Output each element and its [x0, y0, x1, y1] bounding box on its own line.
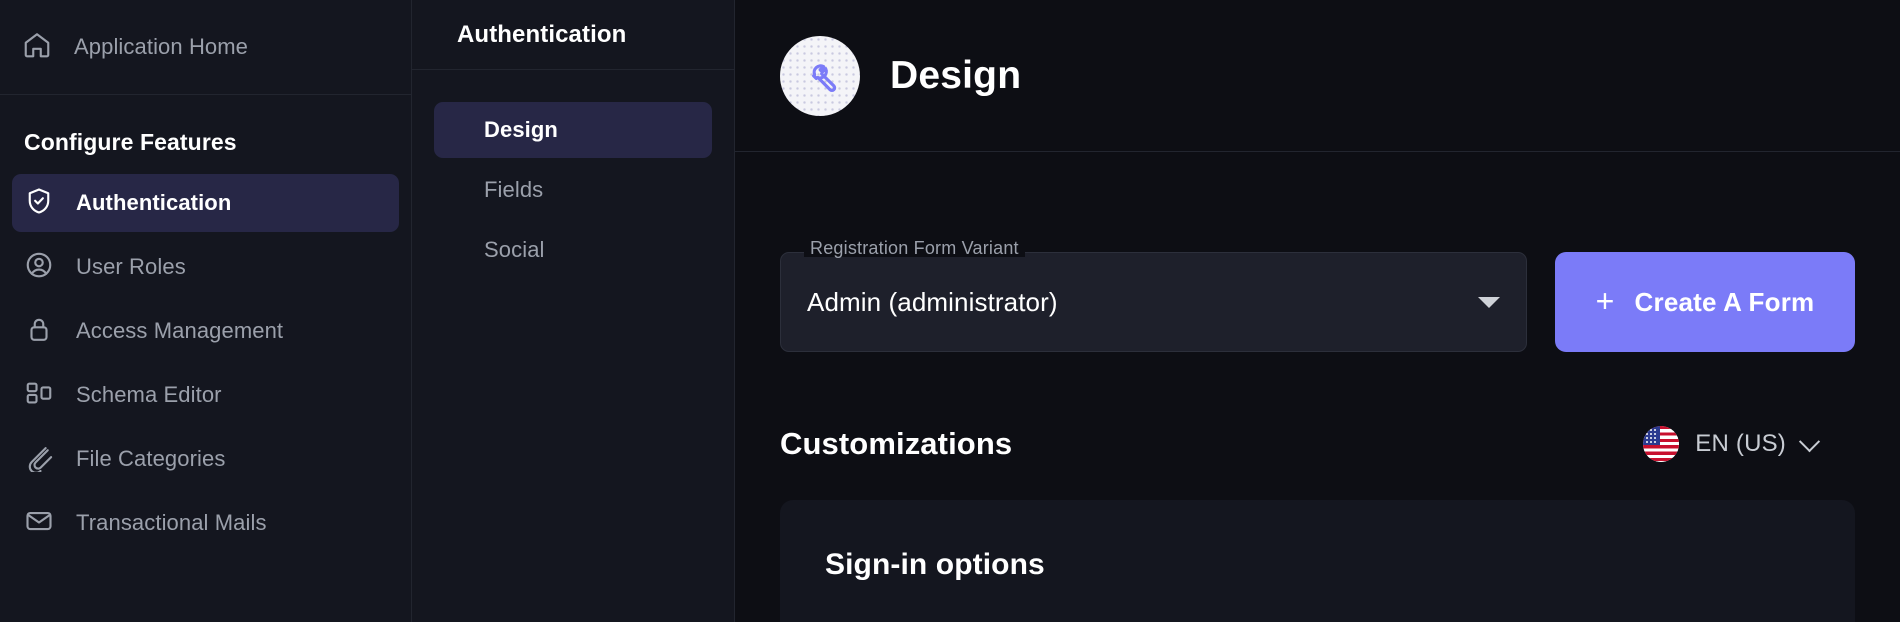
customizations-row: Customizations EN (US)	[780, 426, 1855, 462]
flag-us-icon	[1643, 426, 1680, 462]
sidebar-item-transactional-mails[interactable]: Transactional Mails	[12, 494, 399, 552]
tab-social[interactable]: Social	[434, 222, 712, 278]
create-a-form-label: Create A Form	[1634, 286, 1815, 317]
secondary-sidebar-nav: Design Fields Social	[412, 70, 734, 278]
sidebar-item-authentication[interactable]: Authentication	[12, 174, 399, 232]
chevron-down-icon	[1798, 430, 1821, 452]
variant-row: Registration Form Variant Admin (adminis…	[780, 152, 1855, 352]
sidebar-item-schema-editor[interactable]: Schema Editor	[12, 366, 399, 424]
sign-in-options-card: Sign-in options	[780, 500, 1855, 622]
wrench-icon	[780, 35, 860, 116]
shield-check-icon	[24, 186, 54, 221]
primary-sidebar: Application Home Configure Features Auth…	[0, 0, 412, 622]
language-label: EN (US)	[1695, 430, 1786, 457]
language-selector[interactable]: EN (US)	[1643, 426, 1855, 462]
create-a-form-button[interactable]: + Create A Form	[1555, 252, 1855, 352]
secondary-sidebar: Authentication Design Fields Social	[412, 0, 735, 622]
registration-form-variant-label: Registration Form Variant	[804, 239, 1025, 257]
secondary-sidebar-title: Authentication	[457, 20, 627, 48]
sidebar-item-label: Access Management	[76, 318, 284, 343]
sidebar-item-label: File Categories	[76, 446, 226, 471]
plus-icon: +	[1595, 282, 1615, 319]
registration-form-variant-field: Registration Form Variant Admin (adminis…	[780, 239, 1527, 352]
customizations-title: Customizations	[780, 426, 1013, 461]
caret-down-icon	[1478, 296, 1500, 308]
user-circle-icon	[24, 250, 54, 285]
sidebar-section-title: Configure Features	[24, 129, 237, 155]
app-root: Application Home Configure Features Auth…	[0, 0, 1900, 622]
page-body: Registration Form Variant Admin (adminis…	[735, 152, 1900, 622]
sidebar-item-label: Schema Editor	[76, 382, 222, 407]
sidebar-item-access-management[interactable]: Access Management	[12, 302, 399, 360]
sidebar-item-application-home[interactable]: Application Home	[22, 30, 248, 65]
tab-design[interactable]: Design	[434, 102, 712, 158]
sidebar-item-label: Transactional Mails	[76, 510, 267, 535]
envelope-icon	[24, 506, 54, 541]
sidebar-item-user-roles[interactable]: User Roles	[12, 238, 399, 296]
tab-fields[interactable]: Fields	[434, 162, 712, 218]
secondary-sidebar-header: Authentication	[412, 0, 734, 70]
page-header: Design	[735, 0, 1900, 152]
sidebar-item-file-categories[interactable]: File Categories	[12, 430, 399, 488]
sidebar-home-label: Application Home	[74, 34, 249, 59]
sidebar-item-label: Authentication	[76, 190, 232, 215]
paperclip-icon	[24, 442, 54, 477]
registration-form-variant-value: Admin (administrator)	[807, 286, 1058, 317]
layout-blocks-icon	[24, 378, 54, 413]
sidebar-item-label: User Roles	[76, 254, 186, 279]
lock-icon	[24, 314, 54, 349]
home-icon	[22, 30, 52, 65]
sidebar-header: Application Home	[0, 0, 411, 95]
sidebar-nav: Authentication User Roles Access Managem…	[0, 174, 411, 552]
sign-in-options-title: Sign-in options	[825, 548, 1045, 581]
page-title: Design	[890, 53, 1022, 97]
main-content: Design Registration Form Variant Admin (…	[735, 0, 1900, 622]
registration-form-variant-select[interactable]: Admin (administrator)	[780, 252, 1527, 352]
